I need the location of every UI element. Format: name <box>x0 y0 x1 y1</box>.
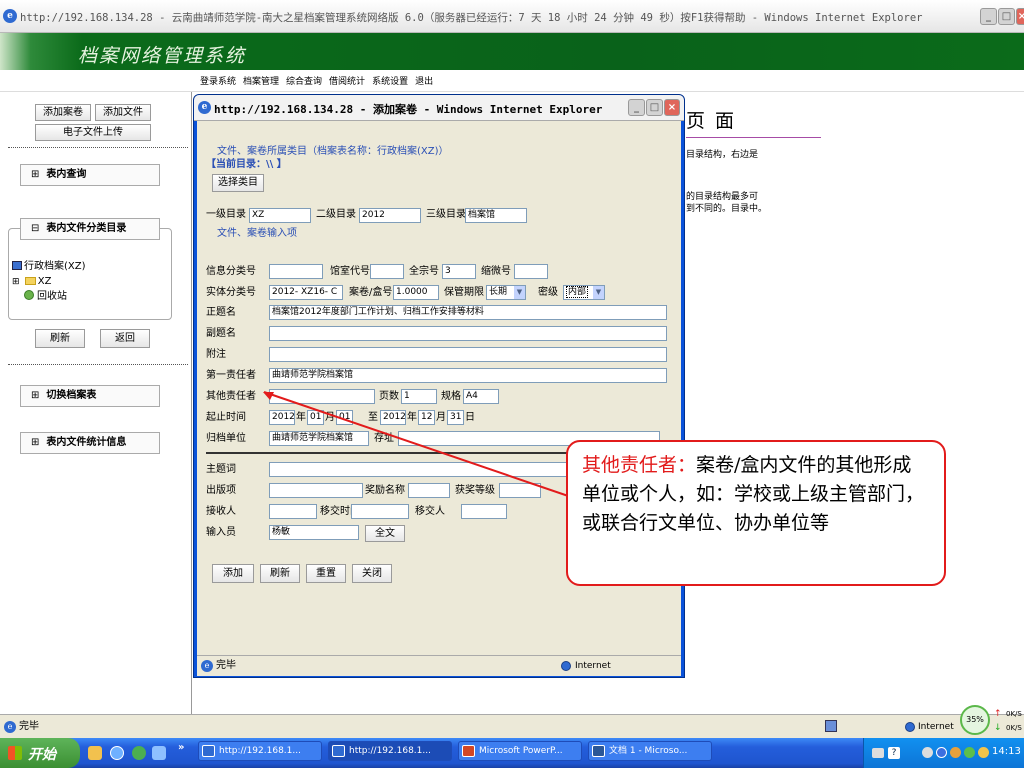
taskbar-task[interactable]: Microsoft PowerP... <box>458 741 582 761</box>
task-app-icon <box>332 745 345 757</box>
tray-icon-1[interactable] <box>922 747 933 758</box>
clock[interactable]: 14:13 <box>992 746 1021 757</box>
windows-logo-icon <box>8 746 22 760</box>
quicklaunch-ie-icon[interactable] <box>110 746 124 760</box>
screen: e http://192.168.134.28 - 云南曲靖师范学院-南大之星档… <box>0 0 1024 768</box>
task-label: Microsoft PowerP... <box>479 746 563 756</box>
taskbar-task[interactable]: 文档 1 - Microso... <box>588 741 712 761</box>
pointer-line <box>263 391 581 501</box>
browser-status-bar: e 完毕 Internet 35% ↑ 0K/S ↓ 0K/S <box>0 705 1024 738</box>
net-up-text: 0K/S <box>1006 710 1022 718</box>
task-app-icon <box>462 745 475 757</box>
task-app-icon <box>592 745 605 757</box>
callout-label: 其他责任者： <box>582 454 697 476</box>
tray-icon-5[interactable] <box>978 747 989 758</box>
ie-page-icon: e <box>4 721 16 733</box>
task-list: http://192.168.1... http://192.168.1... Mi… <box>193 738 753 768</box>
task-label: http://192.168.1... <box>349 746 431 756</box>
tray-icon-2[interactable] <box>936 747 947 758</box>
keyboard-icon[interactable] <box>872 748 884 758</box>
help-icon[interactable]: ? <box>888 747 900 759</box>
globe-icon <box>905 722 915 732</box>
task-app-icon <box>202 745 215 757</box>
quicklaunch-icon[interactable] <box>88 746 102 760</box>
chevron-icon[interactable]: » <box>178 742 184 753</box>
start-button[interactable]: 开始 <box>0 738 80 768</box>
page-status-icon <box>825 720 837 732</box>
callout-box: 其他责任者：案卷/盒内文件的其他形成单位或个人，如：学校或上级主管部门，或联合行… <box>566 440 946 586</box>
taskbar: 开始 » http://192.168.1... http://192.168.1… <box>0 738 1024 768</box>
taskbar-task[interactable]: http://192.168.1... <box>328 741 452 761</box>
quicklaunch-media-icon[interactable] <box>132 746 146 760</box>
start-label: 开始 <box>28 747 56 763</box>
system-tray: ? 14:13 <box>863 738 1024 768</box>
taskbar-task[interactable]: http://192.168.1... <box>198 741 322 761</box>
tray-icon-4[interactable] <box>964 747 975 758</box>
task-label: http://192.168.1... <box>219 746 301 756</box>
browser-zone-text: Internet <box>918 722 954 732</box>
callout-pointer <box>263 391 581 501</box>
task-label: 文档 1 - Microso... <box>609 746 688 756</box>
quicklaunch-more-icon[interactable] <box>152 746 166 760</box>
browser-status-text: 完毕 <box>19 721 39 732</box>
net-down-arrow-icon: ↓ <box>994 723 1002 733</box>
tray-icon-3[interactable] <box>950 747 961 758</box>
pointer-head <box>263 392 274 400</box>
zoom-indicator[interactable]: 35% <box>960 705 990 735</box>
net-up-arrow-icon: ↑ <box>994 709 1002 719</box>
net-down-text: 0K/S <box>1006 724 1022 732</box>
